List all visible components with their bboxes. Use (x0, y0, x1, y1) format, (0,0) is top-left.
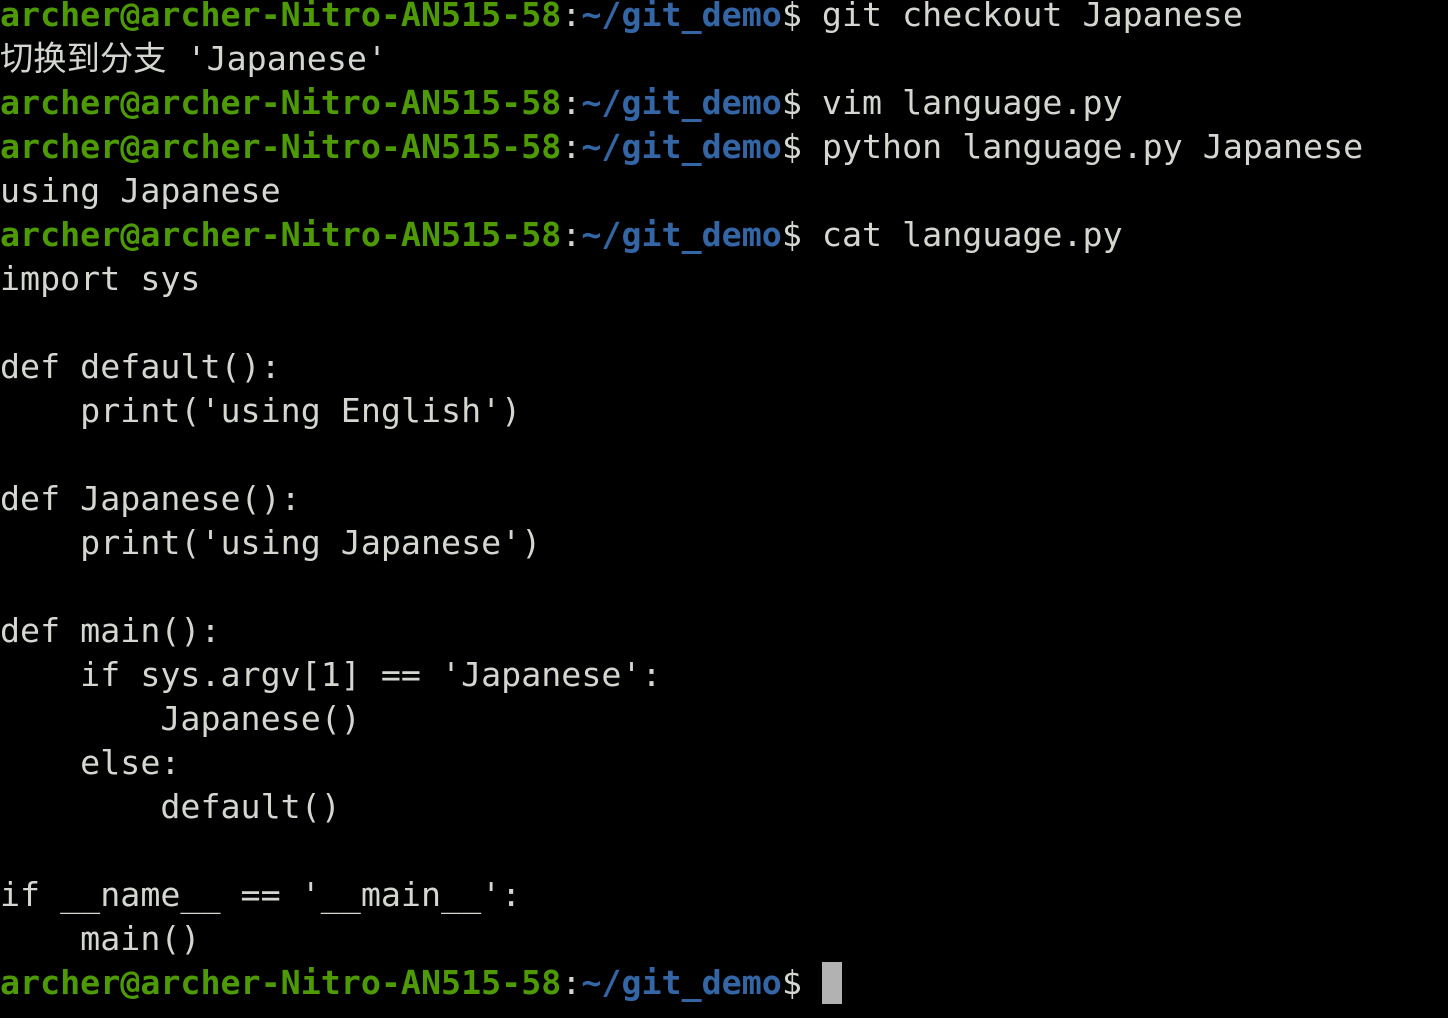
prompt-dollar: $ (781, 127, 822, 166)
output-text: def main(): (0, 611, 221, 650)
output-text: print('using English') (0, 391, 522, 430)
output-text: def default(): (0, 347, 281, 386)
prompt-dollar: $ (781, 215, 822, 254)
prompt-dollar: $ (781, 83, 822, 122)
output-text: 切换到分支 'Japanese' (0, 39, 387, 78)
prompt-colon: : (561, 215, 582, 254)
prompt-colon: : (561, 0, 582, 34)
prompt-path: ~/git_demo (581, 963, 782, 1002)
prompt-path: ~/git_demo (581, 215, 782, 254)
prompt-dollar: $ (781, 963, 822, 1002)
output-line: def Japanese(): (0, 477, 1448, 521)
terminal-window[interactable]: archer@archer-Nitro-AN515-58:~/git_demo$… (0, 0, 1448, 1018)
command-text: cat language.py (821, 215, 1123, 254)
prompt-line: archer@archer-Nitro-AN515-58:~/git_demo$… (0, 81, 1448, 125)
output-text: print('using Japanese') (0, 523, 542, 562)
command-text: git checkout Japanese (821, 0, 1243, 34)
output-line: print('using Japanese') (0, 521, 1448, 565)
output-text: if __name__ == '__main__': (0, 875, 522, 914)
prompt-line: archer@archer-Nitro-AN515-58:~/git_demo$… (0, 125, 1448, 169)
output-text: def Japanese(): (0, 479, 301, 518)
prompt-user-host: archer@archer-Nitro-AN515-58 (0, 963, 562, 1002)
output-line: if __name__ == '__main__': (0, 873, 1448, 917)
output-text: using Japanese (0, 171, 281, 210)
output-text: import sys (0, 259, 201, 298)
prompt-path: ~/git_demo (581, 127, 782, 166)
output-line: using Japanese (0, 169, 1448, 213)
output-line: if sys.argv[1] == 'Japanese': (0, 653, 1448, 697)
prompt-path: ~/git_demo (581, 83, 782, 122)
output-text: Japanese() (0, 699, 361, 738)
output-line: else: (0, 741, 1448, 785)
prompt-dollar: $ (781, 0, 822, 34)
prompt-colon: : (561, 963, 582, 1002)
output-text: else: (0, 743, 181, 782)
prompt-user-host: archer@archer-Nitro-AN515-58 (0, 127, 562, 166)
output-text: main() (0, 919, 201, 958)
command-text: vim language.py (821, 83, 1123, 122)
output-text: default() (0, 787, 341, 826)
output-line: def default(): (0, 345, 1448, 389)
prompt-path: ~/git_demo (581, 0, 782, 34)
prompt-colon: : (561, 127, 582, 166)
output-line: def main(): (0, 609, 1448, 653)
prompt-line: archer@archer-Nitro-AN515-58:~/git_demo$… (0, 213, 1448, 257)
output-line: 切换到分支 'Japanese' (0, 37, 1448, 81)
prompt-user-host: archer@archer-Nitro-AN515-58 (0, 0, 562, 34)
output-line: print('using English') (0, 389, 1448, 433)
text-cursor[interactable] (821, 962, 842, 1004)
output-line: default() (0, 785, 1448, 829)
prompt-colon: : (561, 83, 582, 122)
prompt-user-host: archer@archer-Nitro-AN515-58 (0, 83, 562, 122)
output-line: main() (0, 917, 1448, 961)
prompt-line: archer@archer-Nitro-AN515-58:~/git_demo$ (0, 961, 1448, 1005)
command-text: python language.py Japanese (821, 127, 1364, 166)
prompt-user-host: archer@archer-Nitro-AN515-58 (0, 215, 562, 254)
output-line: import sys (0, 257, 1448, 301)
prompt-line: archer@archer-Nitro-AN515-58:~/git_demo$… (0, 0, 1448, 37)
output-line: Japanese() (0, 697, 1448, 741)
output-text: if sys.argv[1] == 'Japanese': (0, 655, 662, 694)
